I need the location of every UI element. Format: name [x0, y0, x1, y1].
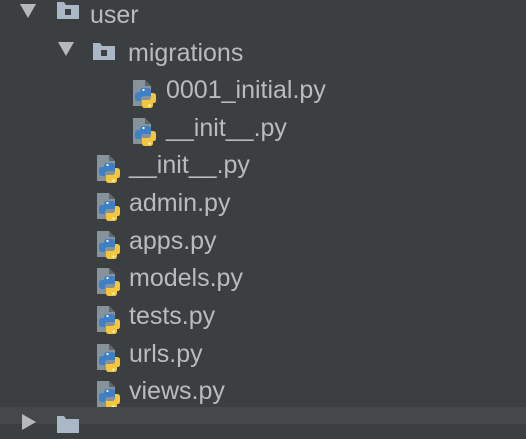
tree-node-file[interactable]: __init__.py: [0, 113, 526, 151]
tree-node-migrations[interactable]: migrations: [0, 38, 526, 76]
tree-label: tests.py: [129, 302, 216, 330]
python-file-icon: [94, 192, 122, 222]
tree-label: __init__.py: [129, 151, 250, 179]
tree-label: admin.py: [129, 189, 231, 217]
tree-node-file[interactable]: urls.py: [0, 339, 526, 377]
python-file-icon: [94, 380, 122, 410]
chevron-down-icon[interactable]: [20, 4, 36, 18]
python-file-icon: [130, 117, 158, 147]
tree-node-file[interactable]: 0001_initial.py: [0, 75, 526, 113]
tree-label: urls.py: [129, 340, 203, 368]
python-file-icon: [94, 154, 122, 184]
project-tree: user migrations 0001_initial.py __init__…: [0, 0, 526, 433]
python-file-icon: [94, 305, 122, 335]
chevron-down-icon[interactable]: [58, 42, 74, 56]
tree-label: __init__.py: [166, 114, 287, 142]
tree-node-file[interactable]: __init__.py: [0, 150, 526, 188]
python-file-icon: [94, 267, 122, 297]
tree-label: apps.py: [129, 227, 217, 255]
tree-node-user[interactable]: user: [0, 0, 526, 38]
tree-node-file[interactable]: apps.py: [0, 226, 526, 264]
folder-icon: [92, 41, 116, 61]
python-file-icon: [130, 79, 158, 109]
tree-node-file[interactable]: tests.py: [0, 301, 526, 339]
tree-label: models.py: [129, 264, 243, 292]
tree-label: user: [90, 1, 139, 29]
tree-node-file[interactable]: models.py: [0, 263, 526, 301]
tree-node-file[interactable]: admin.py: [0, 188, 526, 226]
python-file-icon: [94, 230, 122, 260]
folder-icon: [56, 0, 80, 20]
tree-node-collapsed-folder[interactable]: [0, 407, 526, 433]
folder-icon: [56, 414, 80, 434]
python-file-icon: [94, 343, 122, 373]
tree-label: 0001_initial.py: [166, 76, 326, 104]
tree-label: views.py: [129, 377, 225, 405]
tree-label: migrations: [128, 39, 244, 67]
chevron-right-icon[interactable]: [22, 414, 36, 430]
